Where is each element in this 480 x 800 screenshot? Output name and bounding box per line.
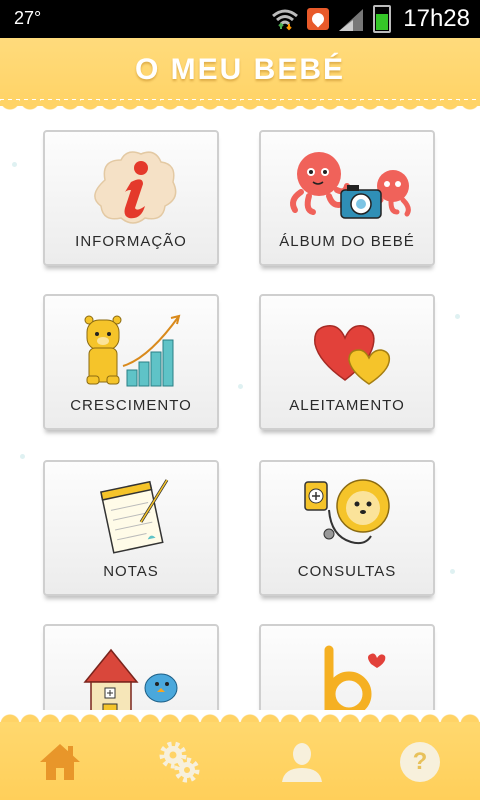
menu-grid: INFORMAÇÃO ÁLBUM DO BEBÉ CRESCIMENTO ALE… (0, 114, 480, 710)
tile-album-do-bebe[interactable]: ÁLBUM DO BEBÉ (259, 130, 435, 266)
growth-chart-icon (84, 314, 181, 387)
temperature-text: 27° (14, 8, 42, 28)
tile-label: INFORMAÇÃO (75, 233, 187, 250)
help-icon-glyph: ? (412, 748, 428, 775)
battery-icon (373, 5, 392, 33)
home-icon[interactable] (38, 740, 82, 784)
background-dot (450, 569, 455, 574)
help-icon[interactable]: ? (400, 742, 440, 782)
tile-label: NOTAS (103, 563, 159, 580)
bottom-nav: ? (0, 722, 480, 800)
app-header: O MEU BEBÉ (0, 38, 480, 106)
wifi-icon (272, 9, 299, 31)
tile-label: CRESCIMENTO (70, 397, 192, 414)
tile-informacao[interactable]: INFORMAÇÃO (43, 130, 219, 266)
info-icon (94, 151, 177, 224)
tile-consultas[interactable]: CONSULTAS (259, 460, 435, 596)
tile-aleitamento[interactable]: ALEITAMENTO (259, 294, 435, 430)
tile-b-logo[interactable] (259, 624, 435, 710)
tile-label: ÁLBUM DO BEBÉ (279, 233, 415, 250)
notepad-icon (100, 479, 169, 554)
hearts-icon (314, 325, 391, 385)
gears-icon[interactable] (158, 740, 202, 784)
lion-doctor-icon (304, 479, 390, 545)
background-dot (20, 454, 25, 459)
user-icon[interactable] (280, 740, 324, 784)
background-dot (455, 314, 460, 319)
clock-text: 17h28 (403, 5, 470, 32)
octopus-camera-icon (290, 152, 411, 219)
status-bar: 27° 17h28 (0, 0, 480, 38)
background-dot (12, 162, 17, 167)
b-logo-icon (324, 645, 386, 710)
header-scallop-border (0, 100, 480, 114)
house-bird-icon (83, 648, 178, 710)
page-title: O MEU BEBÉ (134, 53, 346, 86)
tile-crescimento[interactable]: CRESCIMENTO (43, 294, 219, 430)
background-dot (238, 384, 243, 389)
signal-icon (339, 9, 364, 31)
tile-notas[interactable]: NOTAS (43, 460, 219, 596)
status-icons: 17h28 (271, 4, 470, 34)
tile-label: CONSULTAS (297, 563, 397, 580)
tile-label: ALEITAMENTO (289, 397, 405, 414)
notification-icon (307, 8, 330, 30)
tile-house[interactable] (43, 624, 219, 710)
